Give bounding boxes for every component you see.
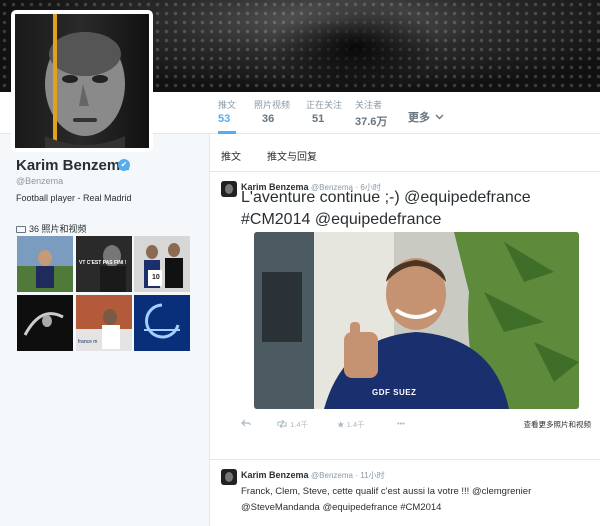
profile-name[interactable]: Karim Benzema — [16, 157, 129, 174]
thumb-image-6 — [134, 295, 190, 351]
more-button[interactable]: 更多 — [408, 109, 444, 125]
banner-shadow — [270, 0, 440, 92]
photos-videos-link[interactable]: 36 照片和视频 — [16, 222, 87, 235]
thumb-caption-3: 10 — [152, 274, 160, 281]
stat-photos[interactable]: 照片视频 36 — [254, 98, 290, 125]
tweet-time[interactable]: 11小时 — [360, 471, 384, 480]
profile-avatar[interactable] — [11, 10, 153, 152]
more-label: 更多 — [408, 112, 430, 124]
thumb-image-1 — [17, 236, 73, 292]
stat-following[interactable]: 正在关注 51 — [306, 98, 342, 125]
tweet-avatar-image — [221, 181, 237, 197]
tweet-photo-image — [254, 232, 579, 409]
tweet-avatar[interactable] — [221, 469, 237, 485]
stat-followers-value: 37.6万 — [355, 116, 388, 128]
view-more-media-link[interactable]: 查看更多照片和视频 — [524, 419, 592, 430]
jersey-sponsor-text: GDF SUEZ — [372, 388, 417, 397]
photo-thumb-6[interactable] — [134, 295, 190, 351]
stat-following-value: 51 — [312, 113, 325, 125]
stat-tweets-label: 推文 — [218, 100, 237, 110]
stat-tweets-value: 53 — [218, 113, 231, 125]
avatar-portrait — [15, 14, 149, 148]
tweet-header[interactable]: Karim Benzema @Benzema · 11小时 — [241, 470, 385, 481]
thumb-image-3 — [134, 236, 190, 292]
stat-photos-value: 36 — [262, 113, 275, 125]
tweet-actions: 1.4千 ★ 1.4千 ••• 查看更多照片和视频 — [241, 419, 591, 433]
thumb-image-4 — [17, 295, 73, 351]
tweet-item[interactable]: Karim Benzema @Benzema · 6小时 L'aventure … — [210, 172, 600, 460]
profile-bio: Football player - Real Madrid — [16, 193, 132, 203]
favorite-button[interactable]: ★ 1.4千 — [337, 419, 365, 430]
retweet-icon — [277, 419, 287, 429]
thumb-caption-5: france m — [78, 339, 98, 345]
chevron-down-icon — [435, 114, 444, 120]
retweet-button[interactable]: 1.4千 — [276, 419, 308, 430]
photo-thumb-4[interactable] — [17, 295, 73, 351]
favorite-count: 1.4千 — [346, 420, 365, 429]
timeline-tabs: 推文 推文与回复 — [210, 134, 600, 172]
photo-thumb-2[interactable]: VT C'EST PAS FINI ! — [76, 236, 132, 292]
verified-badge-icon: ✔ — [118, 159, 130, 171]
tab-tweets[interactable]: 推文 — [221, 148, 241, 163]
stat-tweets[interactable]: 推文 53 — [218, 98, 237, 134]
thumb-caption-2: VT C'EST PAS FINI ! — [79, 260, 127, 266]
tweet-text: Franck, Clem, Steve, cette qualif c'est … — [241, 486, 532, 513]
reply-icon[interactable] — [241, 419, 251, 429]
photo-thumb-3[interactable]: 10 — [134, 236, 190, 292]
retweet-count: 1.4千 — [290, 420, 309, 429]
stat-followers[interactable]: 关注者 37.6万 — [355, 98, 387, 129]
tab-tweets-replies[interactable]: 推文与回复 — [267, 148, 317, 163]
stat-followers-label: 关注者 — [355, 100, 383, 110]
tweet-avatar-image — [221, 469, 237, 485]
profile-handle[interactable]: @Benzema — [16, 176, 63, 186]
tweet-item[interactable]: Karim Benzema @Benzema · 11小时 Franck, Cl… — [210, 460, 600, 526]
stat-following-label: 正在关注 — [306, 100, 343, 110]
tweet-photo[interactable]: GDF SUEZ — [254, 232, 579, 409]
stat-photos-label: 照片视频 — [254, 100, 291, 110]
tweet-handle[interactable]: @Benzema — [311, 471, 353, 480]
tweet-author[interactable]: Karim Benzema — [241, 470, 309, 480]
photos-videos-label: 36 照片和视频 — [29, 224, 87, 234]
photo-thumb-1[interactable] — [17, 236, 73, 292]
photo-thumb-5[interactable]: france m — [76, 295, 132, 351]
camera-icon — [16, 226, 26, 233]
tweet-avatar[interactable] — [221, 181, 237, 197]
star-icon: ★ — [337, 420, 345, 429]
timeline: 推文 推文与回复 Karim Benzema @Benzema · 6小时 L'… — [209, 134, 600, 526]
more-actions-icon[interactable]: ••• — [397, 419, 405, 428]
tweet-text: L'aventure continue ;-) @equipedefrance … — [241, 189, 531, 228]
